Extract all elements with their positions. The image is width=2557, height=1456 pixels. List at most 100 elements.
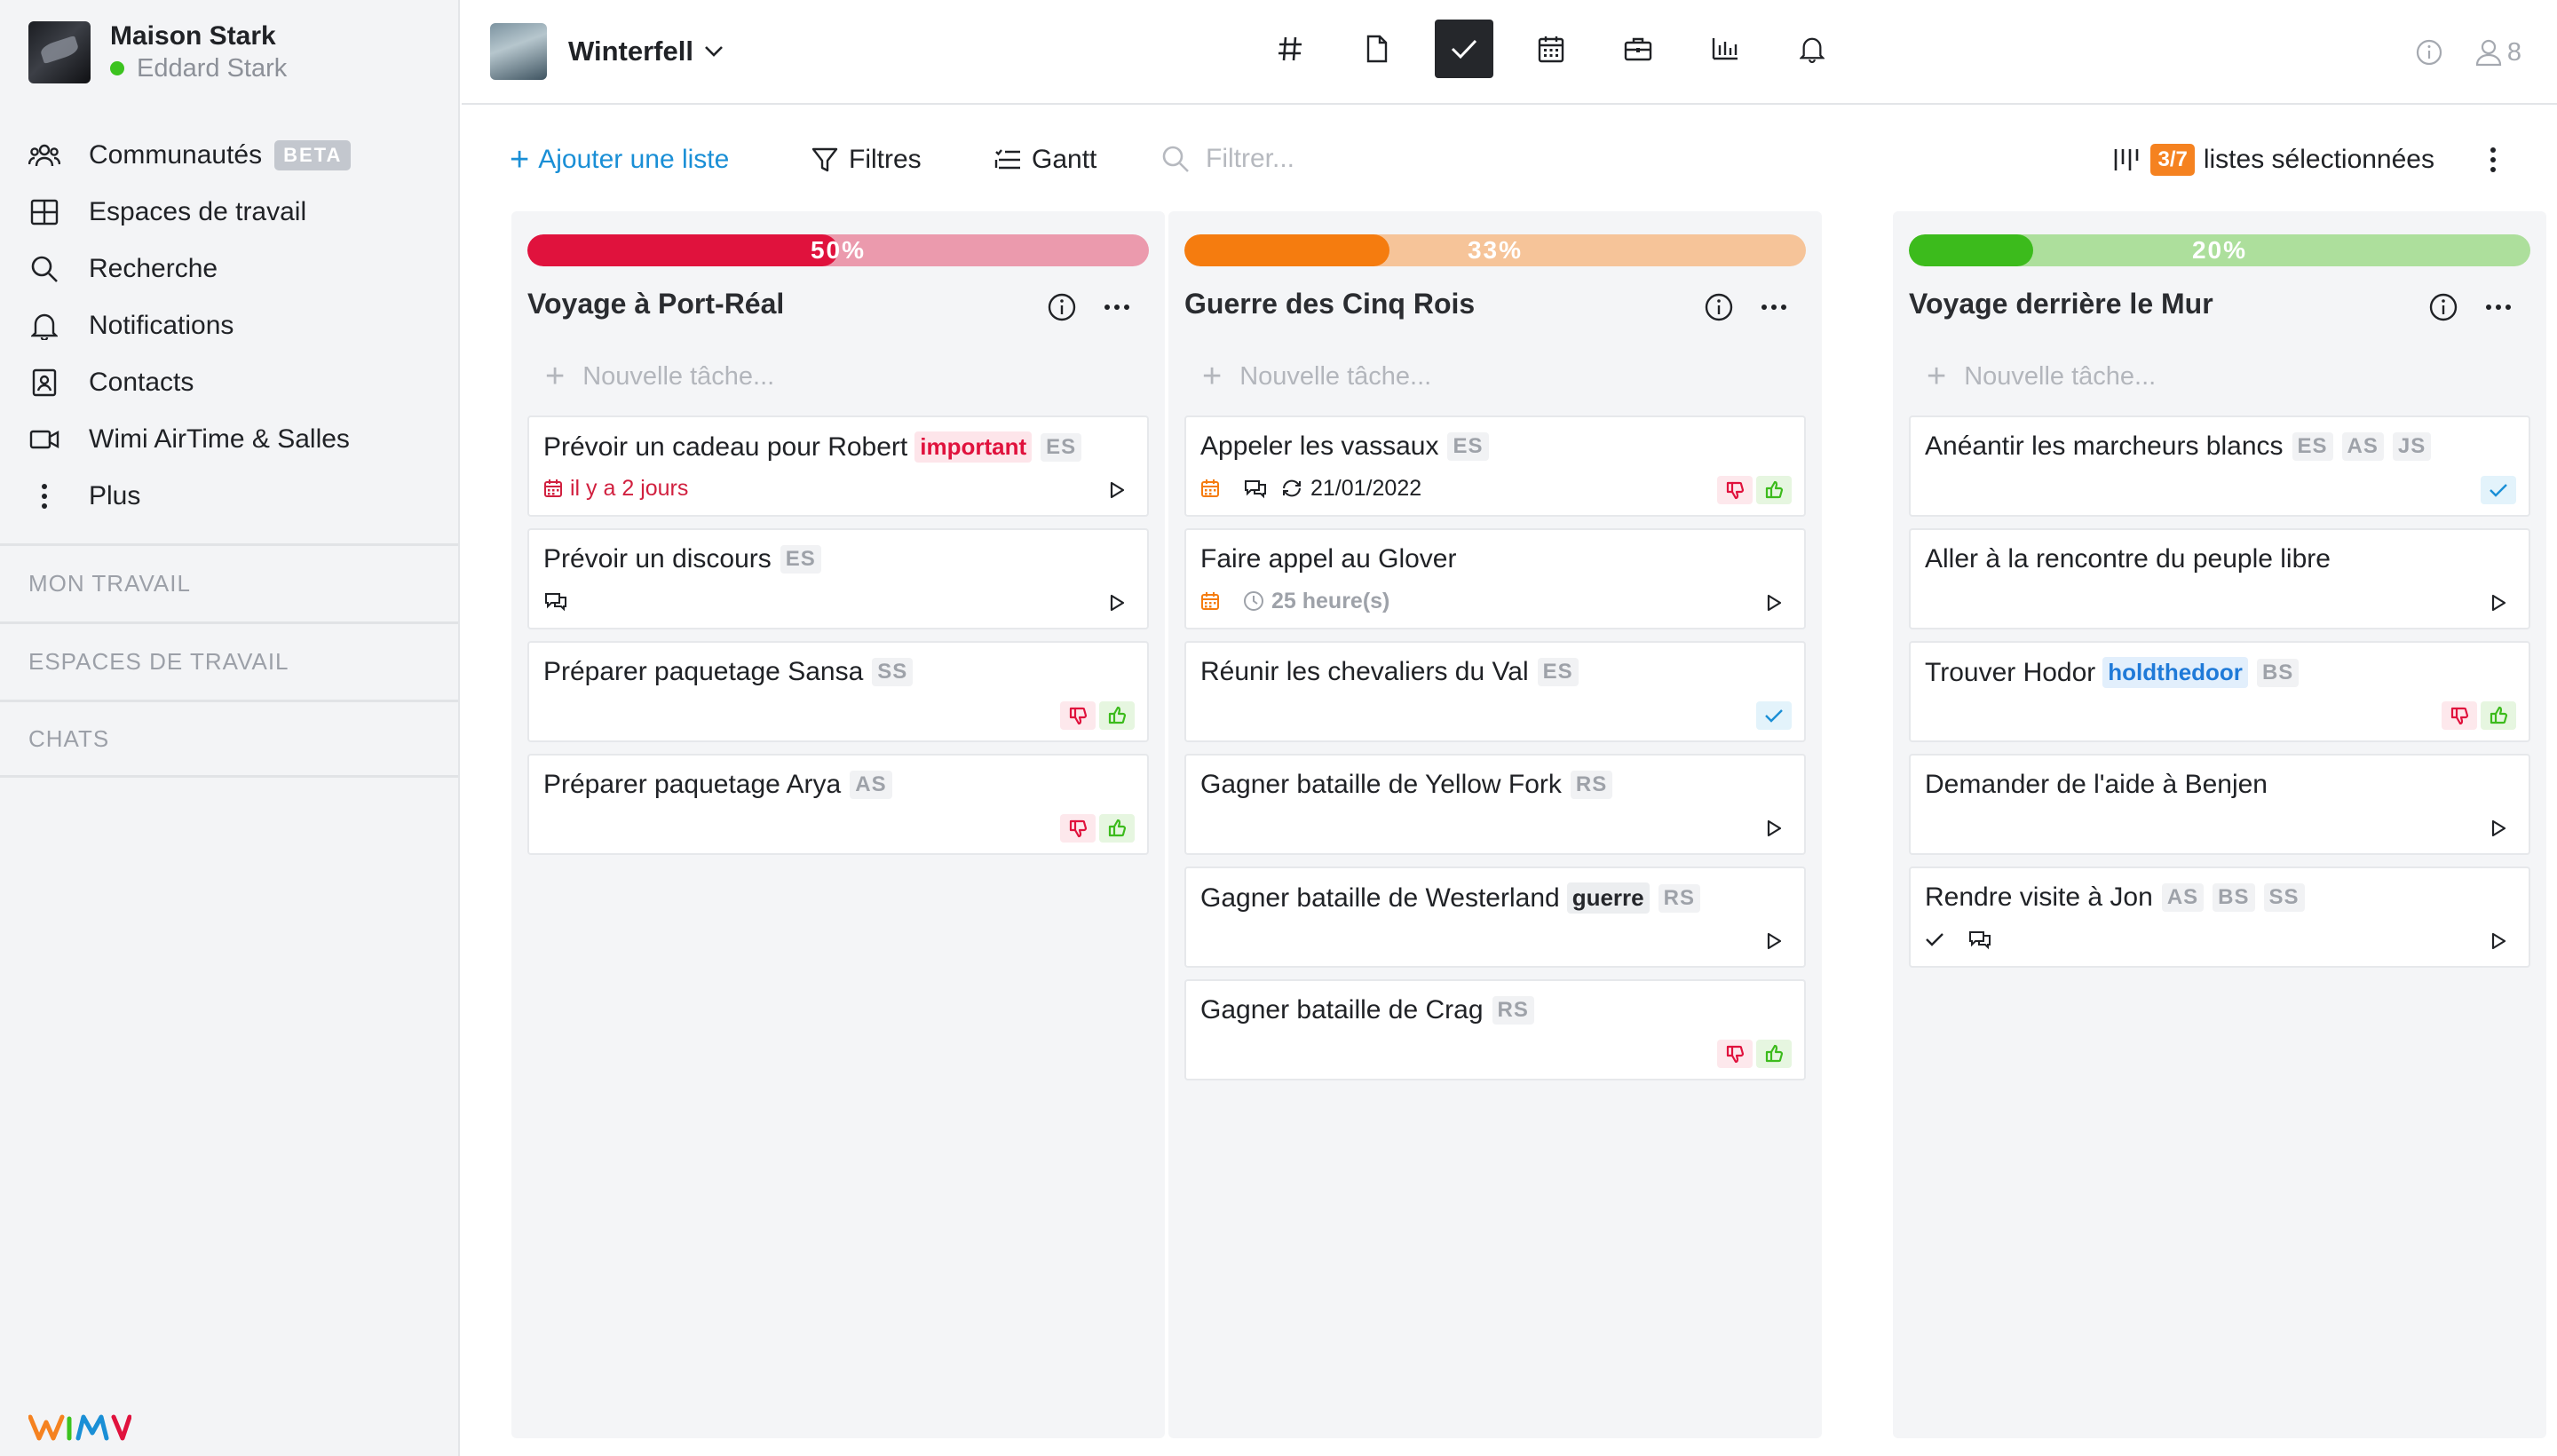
thumbs-down-button[interactable]	[2442, 701, 2477, 730]
gantt-button[interactable]: Gantt	[994, 140, 1096, 179]
list-info-button[interactable]	[2427, 291, 2459, 323]
list-title[interactable]: Guerre des Cinq Rois	[1184, 288, 1475, 320]
add-list-button[interactable]: + Ajouter une liste	[510, 140, 729, 179]
task-card[interactable]: Aller à la rencontre du peuple libre	[1909, 528, 2530, 629]
section-my-work[interactable]: MON TRAVAIL	[0, 543, 458, 621]
task-card[interactable]: Appeler les vassaux ES 21/01/2022	[1184, 415, 1806, 517]
task-card[interactable]: Préparer paquetage Sansa SS	[527, 641, 1149, 742]
workspace-switcher[interactable]: Winterfell	[490, 23, 724, 80]
play-icon	[2491, 819, 2506, 837]
nav-item-more[interactable]: Plus	[0, 468, 458, 525]
assignee-initials[interactable]: AS	[2161, 883, 2205, 912]
assignee-initials[interactable]: SS	[2263, 883, 2305, 912]
assignee-initials[interactable]: RS	[1492, 996, 1534, 1025]
complete-task-button[interactable]	[1756, 701, 1792, 730]
section-workspaces[interactable]: ESPACES DE TRAVAIL	[0, 621, 458, 700]
thumbs-down-button[interactable]	[1060, 701, 1096, 730]
list-title[interactable]: Voyage derrière le Mur	[1909, 288, 2213, 320]
task-card[interactable]: Réunir les chevaliers du Val ES	[1184, 641, 1806, 742]
filters-button[interactable]: Filtres	[811, 140, 922, 179]
task-tag[interactable]: important	[914, 431, 1033, 463]
task-card[interactable]: Prévoir un discours ES	[527, 528, 1149, 629]
assignee-initials[interactable]: BS	[2213, 883, 2255, 912]
start-task-button[interactable]	[2481, 589, 2516, 617]
start-task-button[interactable]	[1756, 589, 1792, 617]
task-card[interactable]: Demander de l'aide à Benjen	[1909, 754, 2530, 855]
list-info-button[interactable]	[1703, 291, 1735, 323]
assignee-initials[interactable]: SS	[872, 658, 914, 686]
task-card[interactable]: Gagner bataille de Crag RS	[1184, 979, 1806, 1080]
plus-icon: +	[1202, 357, 1223, 395]
list-more-button[interactable]	[1756, 291, 1792, 323]
task-card[interactable]: Anéantir les marcheurs blancs ES AS JS	[1909, 415, 2530, 517]
task-card[interactable]: Gagner bataille de Westerland guerre RS	[1184, 866, 1806, 968]
account-switcher[interactable]: Maison Stark Eddard Stark	[28, 21, 287, 83]
section-chats[interactable]: CHATS	[0, 700, 458, 778]
list-more-button[interactable]	[1099, 291, 1135, 323]
nav-item-communities[interactable]: Communautés BETA	[0, 127, 458, 184]
toolbar-more-button[interactable]	[2475, 142, 2511, 178]
tab-documents[interactable]	[1348, 20, 1406, 78]
info-icon[interactable]	[2415, 38, 2443, 67]
people-icon	[28, 139, 60, 171]
task-card[interactable]: Gagner bataille de Yellow Fork RS	[1184, 754, 1806, 855]
list-info-button[interactable]	[1046, 291, 1078, 323]
nav-item-workspaces[interactable]: Espaces de travail	[0, 184, 458, 241]
start-task-button[interactable]	[1099, 589, 1135, 617]
start-task-button[interactable]	[1099, 476, 1135, 504]
tab-projects[interactable]	[1609, 20, 1667, 78]
list-more-button[interactable]	[2481, 291, 2516, 323]
user-icon	[2475, 39, 2501, 67]
assignee-initials[interactable]: ES	[1041, 432, 1082, 462]
lists-selector[interactable]: 3/7 listes sélectionnées	[2113, 140, 2434, 179]
assignee-initials[interactable]: ES	[1537, 658, 1579, 686]
members-button[interactable]: 8	[2475, 38, 2521, 67]
thumbs-down-button[interactable]	[1717, 476, 1753, 504]
assignee-initials[interactable]: ES	[1447, 432, 1489, 461]
list-title[interactable]: Voyage à Port-Réal	[527, 288, 784, 320]
new-task-input[interactable]: + Nouvelle tâche...	[527, 353, 1149, 400]
start-task-button[interactable]	[1756, 814, 1792, 843]
task-card[interactable]: Préparer paquetage Arya AS	[527, 754, 1149, 855]
thumbs-up-button[interactable]	[1756, 1040, 1792, 1068]
task-card[interactable]: Rendre visite à Jon AS BS SS	[1909, 866, 2530, 968]
chevron-down-icon	[705, 46, 723, 57]
nav-item-airtime[interactable]: Wimi AirTime & Salles	[0, 411, 458, 468]
thumbs-up-button[interactable]	[1099, 814, 1135, 843]
thumbs-up-button[interactable]	[2481, 701, 2516, 730]
thumbs-up-button[interactable]	[1099, 701, 1135, 730]
new-task-input[interactable]: + Nouvelle tâche...	[1909, 353, 2530, 400]
start-task-button[interactable]	[2481, 814, 2516, 843]
nav-item-notifications[interactable]: Notifications	[0, 297, 458, 354]
task-tag[interactable]: guerre	[1566, 882, 1650, 914]
start-task-button[interactable]	[1756, 927, 1792, 955]
nav-label-communities: Communautés	[89, 140, 263, 170]
task-card[interactable]: Trouver Hodor holdthedoor BS	[1909, 641, 2530, 742]
thumbs-down-button[interactable]	[1060, 814, 1096, 843]
assignee-initials[interactable]: ES	[2292, 432, 2333, 461]
assignee-initials[interactable]: ES	[780, 545, 821, 574]
assignee-initials[interactable]: BS	[2256, 658, 2300, 687]
tab-reports[interactable]	[1696, 20, 1754, 78]
nav-item-search[interactable]: Recherche	[0, 241, 458, 297]
complete-task-button[interactable]	[2481, 476, 2516, 504]
new-task-input[interactable]: + Nouvelle tâche...	[1184, 353, 1806, 400]
nav-item-contacts[interactable]: Contacts	[0, 354, 458, 411]
thumbs-up-button[interactable]	[1756, 476, 1792, 504]
tab-calendar[interactable]	[1522, 20, 1580, 78]
assignee-initials[interactable]: RS	[1658, 883, 1700, 913]
task-card[interactable]: Prévoir un cadeau pour Robert important ES…	[527, 415, 1149, 517]
horizontal-dots-icon	[1104, 305, 1129, 310]
start-task-button[interactable]	[2481, 927, 2516, 955]
assignee-initials[interactable]: JS	[2392, 432, 2432, 461]
filter-input[interactable]	[1206, 144, 1596, 174]
task-card[interactable]: Faire appel au Glover 25 heure(s)	[1184, 528, 1806, 629]
assignee-initials[interactable]: AS	[850, 771, 892, 799]
task-tag[interactable]: holdthedoor	[2102, 657, 2248, 688]
assignee-initials[interactable]: RS	[1570, 771, 1613, 799]
assignee-initials[interactable]: AS	[2341, 432, 2384, 461]
tab-tasks[interactable]	[1435, 20, 1493, 78]
tab-notifications[interactable]	[1783, 20, 1841, 78]
tab-channels[interactable]	[1261, 20, 1319, 78]
thumbs-down-button[interactable]	[1717, 1040, 1753, 1068]
